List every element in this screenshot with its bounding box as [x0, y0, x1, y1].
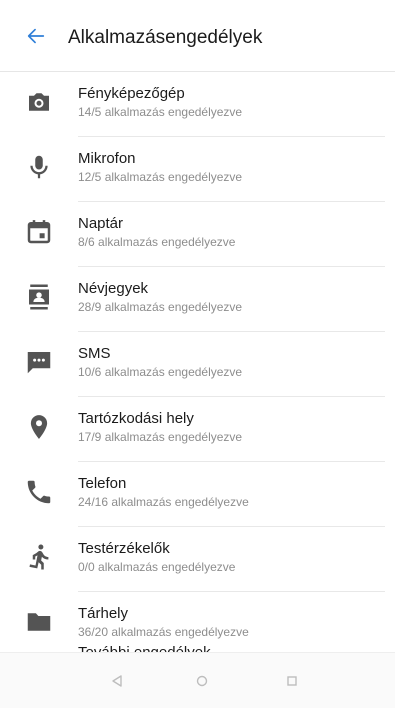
app-bar: Alkalmazásengedélyek	[0, 0, 395, 72]
permission-name: Névjegyek	[78, 280, 149, 297]
permission-count: 36/20 alkalmazás engedélyezve	[78, 625, 249, 639]
permission-count: 0/0 alkalmazás engedélyezve	[78, 560, 236, 574]
body-sensors-icon	[24, 542, 54, 572]
permission-item-camera[interactable]: Fényképezőgép 14/5 alkalmazás engedélyez…	[0, 72, 395, 137]
folder-icon	[24, 607, 54, 637]
permission-item-location[interactable]: Tartózkodási hely 17/9 alkalmazás engedé…	[0, 397, 395, 462]
permission-count: 24/16 alkalmazás engedélyezve	[78, 495, 249, 509]
nav-back-triangle-icon	[112, 675, 122, 687]
permission-name: Testérzékelők	[78, 540, 170, 557]
permission-count: 28/9 alkalmazás engedélyezve	[78, 300, 243, 314]
permission-item-contacts[interactable]: Névjegyek 28/9 alkalmazás engedélyezve	[0, 267, 395, 332]
nav-recents-square-icon	[287, 676, 297, 686]
calendar-icon	[24, 217, 54, 247]
permission-count: 8/6 alkalmazás engedélyezve	[78, 235, 236, 249]
location-icon	[24, 412, 54, 442]
permission-count: 12/5 alkalmazás engedélyezve	[78, 170, 243, 184]
permission-name: Tartózkodási hely	[78, 410, 194, 427]
permission-count: 10/6 alkalmazás engedélyezve	[78, 365, 243, 379]
permission-name: Telefon	[78, 475, 127, 492]
nav-home-circle-icon	[196, 675, 208, 687]
nav-back-button[interactable]	[105, 669, 129, 693]
permission-item-calendar[interactable]: Naptár 8/6 alkalmazás engedélyezve	[0, 202, 395, 267]
permission-item-sms[interactable]: SMS 10/6 alkalmazás engedélyezve	[0, 332, 395, 397]
back-button[interactable]	[22, 22, 50, 50]
nav-recents-button[interactable]	[280, 669, 304, 693]
sms-icon	[24, 347, 54, 377]
permission-item-microphone[interactable]: Mikrofon 12/5 alkalmazás engedélyezve	[0, 137, 395, 202]
permission-name: Naptár	[78, 215, 124, 232]
permission-item-phone[interactable]: Telefon 24/16 alkalmazás engedélyezve	[0, 462, 395, 527]
camera-icon	[24, 87, 54, 117]
permission-item-more[interactable]: További engedélyek	[78, 644, 211, 652]
permission-count: 14/5 alkalmazás engedélyezve	[78, 105, 243, 119]
permission-name: Tárhely	[78, 605, 129, 622]
permission-count: 17/9 alkalmazás engedélyezve	[78, 430, 243, 444]
permission-item-storage[interactable]: Tárhely 36/20 alkalmazás engedélyezve	[0, 592, 395, 652]
permission-list: Fényképezőgép 14/5 alkalmazás engedélyez…	[0, 72, 395, 652]
page-title: Alkalmazásengedélyek	[68, 27, 263, 48]
permission-name: Mikrofon	[78, 150, 136, 167]
nav-home-button[interactable]	[190, 669, 214, 693]
microphone-icon	[24, 152, 54, 182]
permission-item-body-sensors[interactable]: Testérzékelők 0/0 alkalmazás engedélyezv…	[0, 527, 395, 592]
phone-icon	[24, 477, 54, 507]
system-navigation-bar	[0, 652, 395, 708]
permission-name: SMS	[78, 345, 111, 362]
permission-name: Fényképezőgép	[78, 85, 185, 102]
arrow-left-icon	[27, 28, 45, 44]
contacts-icon	[24, 282, 54, 312]
